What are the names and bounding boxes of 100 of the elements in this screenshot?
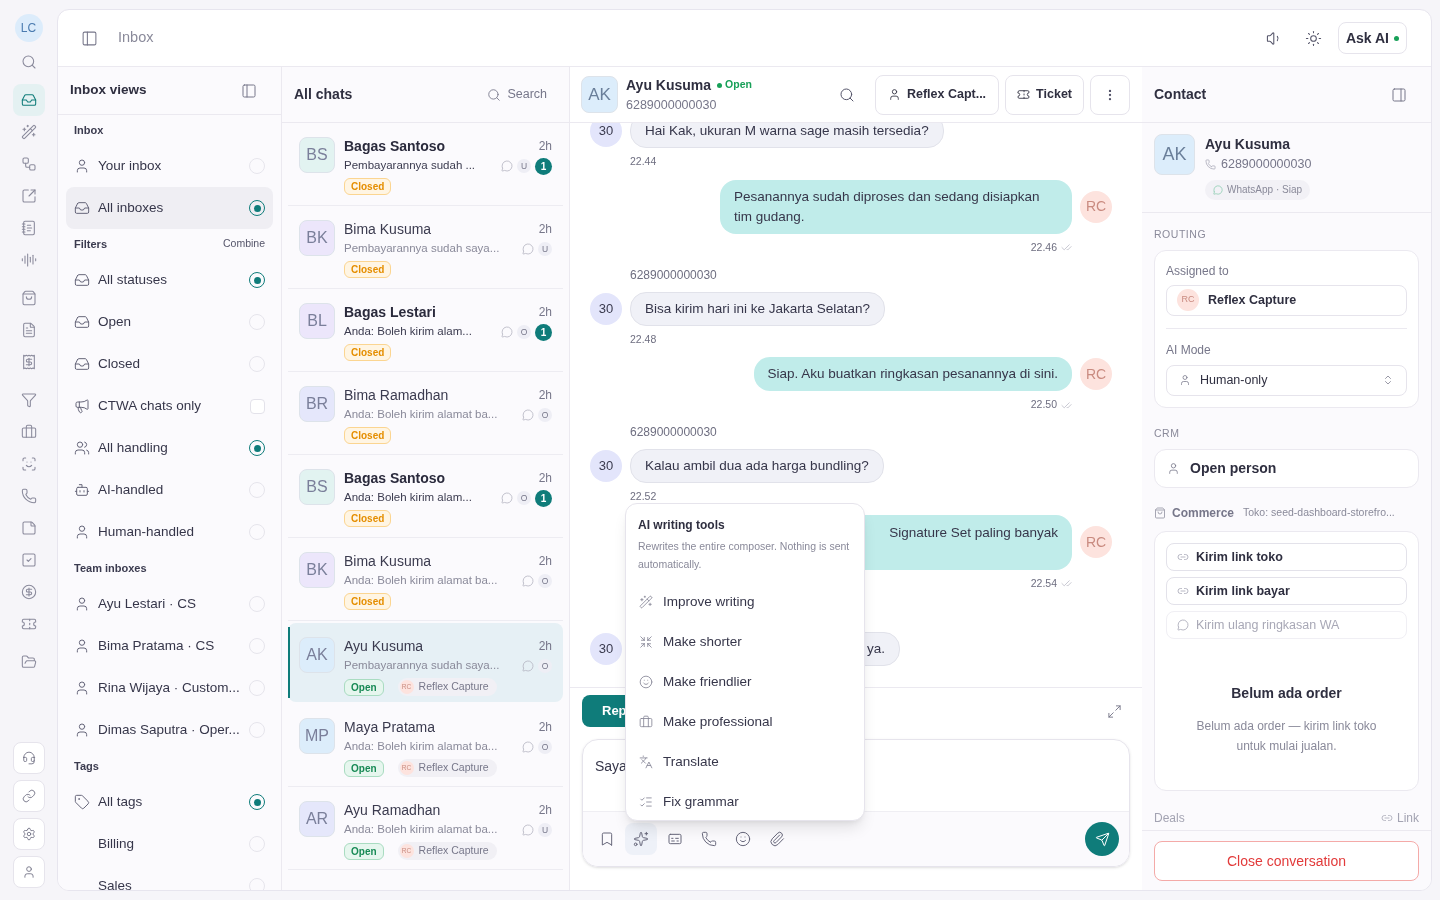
sender-number: 6289000000030: [630, 424, 717, 441]
section-label: Team inboxes: [74, 560, 147, 576]
message-time: 22.44: [630, 154, 657, 169]
contact-name: Ayu Kusuma: [626, 75, 712, 95]
contact-avatar: 30: [590, 450, 622, 482]
agent-avatar: RC: [1080, 526, 1112, 559]
section-label: Deals: [1154, 810, 1185, 828]
message-bubble: Siap. Aku buatkan ringkasan pesanannya di sini.: [753, 357, 1072, 392]
status-pill: Closed: [344, 261, 392, 278]
message-preview: Anda: Boleh kirim alamat ba...: [344, 573, 498, 589]
contact-name: Ayu Kusuma: [344, 636, 424, 656]
contact-name: Bagas Lestari: [344, 302, 436, 322]
section-label: Commerce: [1172, 505, 1235, 523]
chat-time: 2h: [538, 638, 552, 655]
phone-number: 6289000000030: [1221, 156, 1312, 173]
message-time: 22.50: [1030, 397, 1057, 413]
chat-time: 2h: [538, 802, 552, 819]
contact-avatar: BS: [299, 469, 335, 505]
message-bubble: Hai Kak, ukuran M warna sage masih tersedia?: [630, 123, 944, 148]
contact-avatar: BK: [299, 220, 335, 256]
message-preview: Anda: Boleh kirim alamat ba...: [344, 822, 498, 838]
unread-count: 1: [535, 323, 552, 341]
section-label: Filters: [74, 236, 107, 252]
message-time: 22.52: [630, 489, 657, 504]
status-pill: Closed: [344, 510, 392, 527]
agent-name: Reflex Capture: [418, 679, 489, 695]
contact-avatar: 30: [590, 292, 622, 325]
message-preview: Anda: Boleh kirim alamat ba...: [344, 739, 498, 755]
contact-avatar: AK: [299, 637, 335, 673]
contact-avatar: AK: [1154, 134, 1195, 175]
contact-name: Bima Kusuma: [344, 551, 432, 571]
message-preview: Anda: Boleh kirim alam...: [344, 324, 472, 340]
agent-avatar: RC: [1080, 358, 1112, 391]
channel-badge: O: [538, 408, 552, 422]
status-pill: Open: [344, 678, 384, 696]
panel-title: Inbox views: [70, 81, 147, 100]
sender-number: 6289000000030: [630, 266, 717, 284]
menu-title: AI writing tools: [637, 517, 726, 534]
status-pill: Closed: [344, 344, 392, 361]
section-label: ROUTING: [1153, 226, 1208, 242]
contact-avatar: MP: [299, 718, 335, 754]
chat-time: 2h: [538, 387, 552, 404]
channel-badge: O: [517, 325, 531, 339]
contact-name: Bagas Santoso: [344, 468, 446, 488]
message-time: 22.46: [1030, 239, 1057, 255]
section-label: Inbox: [74, 122, 104, 138]
chat-time: 2h: [538, 553, 552, 570]
contact-name: Bagas Santoso: [344, 136, 446, 156]
store-name: Toko: seed-dashboard-storefro...: [1243, 505, 1395, 521]
agent-name: Reflex Capture: [418, 760, 489, 776]
field-label: Assigned to: [1166, 262, 1230, 280]
agent-avatar: RC: [1080, 190, 1112, 223]
contact-name: Maya Pratama: [344, 717, 436, 737]
status-label: Open: [725, 77, 752, 93]
channel-chip: WhatsApp · Siap: [1205, 179, 1311, 200]
channel-badge: U: [517, 159, 531, 173]
section-label: Tags: [74, 758, 99, 774]
contact-name: Bima Kusuma: [344, 219, 432, 239]
chat-time: 2h: [538, 221, 552, 238]
message-preview: Pembayarannya sudah ...: [344, 158, 476, 174]
contact-name: Bima Ramadhan: [344, 385, 449, 405]
section-label: CRM: [1153, 425, 1181, 441]
status-pill: Closed: [344, 178, 392, 195]
field-label: AI Mode: [1166, 341, 1212, 359]
contact-avatar: BR: [299, 386, 335, 422]
status-pill: Closed: [344, 593, 392, 610]
chat-time: 2h: [538, 470, 552, 487]
page-title: Inbox: [118, 28, 154, 48]
channel-badge: U: [538, 242, 552, 256]
contact-avatar: 30: [590, 632, 622, 665]
unread-count: 1: [535, 157, 552, 175]
contact-avatar: AR: [299, 801, 335, 837]
agent-name: Reflex Capture: [418, 843, 489, 859]
status-pill: Open: [344, 842, 384, 860]
message-time: 22.48: [630, 331, 657, 347]
message-bubble: Kalau ambil dua ada harga bundling?: [630, 449, 884, 483]
contact-avatar: BK: [299, 552, 335, 588]
contact-avatar: AK: [581, 76, 618, 113]
chat-time: 2h: [538, 304, 552, 321]
message-preview: Anda: Boleh kirim alamat ba...: [344, 407, 498, 423]
status-pill: Closed: [344, 427, 392, 444]
contact-avatar: 30: [590, 123, 622, 147]
channel-badge: O: [517, 491, 531, 505]
channel-badge: O: [538, 574, 552, 588]
status-pill: Open: [344, 759, 384, 777]
empty-description: Belum ada order — kirim link toko untuk mulai jualan.: [1195, 718, 1378, 756]
contact-avatar: BL: [299, 303, 335, 339]
unread-count: 1: [535, 489, 552, 507]
message-preview: Pembayarannya sudah saya...: [344, 241, 500, 257]
message-time: 22.54: [1030, 575, 1057, 591]
chat-time: 2h: [538, 719, 552, 736]
contact-name: Ayu Kusuma: [1205, 135, 1291, 154]
empty-title: Belum ada order: [1230, 684, 1343, 704]
channel-badge: U: [538, 823, 552, 837]
panel-title: Contact: [1154, 85, 1207, 104]
channel-badge: O: [538, 740, 552, 754]
channel-badge: O: [538, 659, 552, 673]
message-preview: Anda: Boleh kirim alam...: [344, 490, 472, 506]
contact-avatar: BS: [299, 137, 335, 173]
message-bubble: Pesanannya sudah diproses dan sedang disiapkan tim gudang.: [720, 179, 1072, 234]
